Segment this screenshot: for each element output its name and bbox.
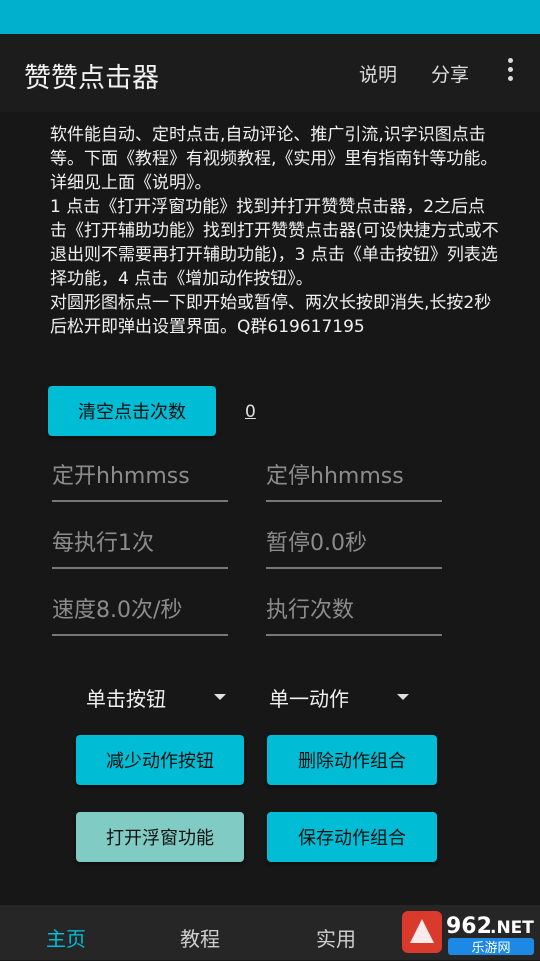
action-type-label: 单一动作 [269,686,349,711]
clear-count-button[interactable]: 清空点击次数 [48,386,216,436]
watermark-number: 962 [446,914,492,939]
app-bar: 赞赞点击器 说明 分享 [0,34,540,112]
pause-input[interactable] [266,523,442,563]
button-type-label: 单击按钮 [86,686,166,711]
intro-text: 软件能自动、定时点击,自动评论、推广引流,识字识图点击等。下面《教程》有视频教程… [50,125,499,337]
every-exec-field[interactable] [52,523,228,569]
tab-home[interactable]: 主页 [46,923,86,952]
dropdown-arrow-icon [214,694,226,700]
timer-start-input[interactable] [52,456,228,496]
reduce-action-button[interactable]: 减少动作按钮 [76,735,244,785]
tab-tutorial[interactable]: 教程 [180,923,220,952]
watermark-site-name: 乐游网 [471,941,510,956]
exec-count-field[interactable] [266,590,442,636]
save-combo-button[interactable]: 保存动作组合 [267,812,437,862]
pause-field[interactable] [266,523,442,569]
button-type-select[interactable]: 单击按钮 [86,680,226,714]
action-type-select[interactable]: 单一动作 [269,680,409,714]
share-menu-button[interactable]: 分享 [431,60,469,87]
app-title: 赞赞点击器 [24,63,159,94]
exec-count-input[interactable] [266,590,442,630]
tab-utility[interactable]: 实用 [316,923,356,952]
click-count-link[interactable]: 0 [245,402,256,422]
status-bar [0,0,540,34]
speed-input[interactable] [52,590,228,630]
timer-stop-field[interactable] [266,456,442,502]
dropdown-arrow-icon [397,694,409,700]
timer-start-field[interactable] [52,456,228,502]
site-watermark-logo: 962 .NET 乐游网 [402,909,536,957]
more-vert-icon[interactable] [498,58,522,88]
speed-field[interactable] [52,590,228,636]
timer-stop-input[interactable] [266,456,442,496]
help-menu-button[interactable]: 说明 [359,60,397,87]
watermark-tld: .NET [490,918,534,938]
every-exec-input[interactable] [52,523,228,563]
delete-combo-button[interactable]: 删除动作组合 [267,735,437,785]
open-float-window-button[interactable]: 打开浮窗功能 [76,812,244,862]
